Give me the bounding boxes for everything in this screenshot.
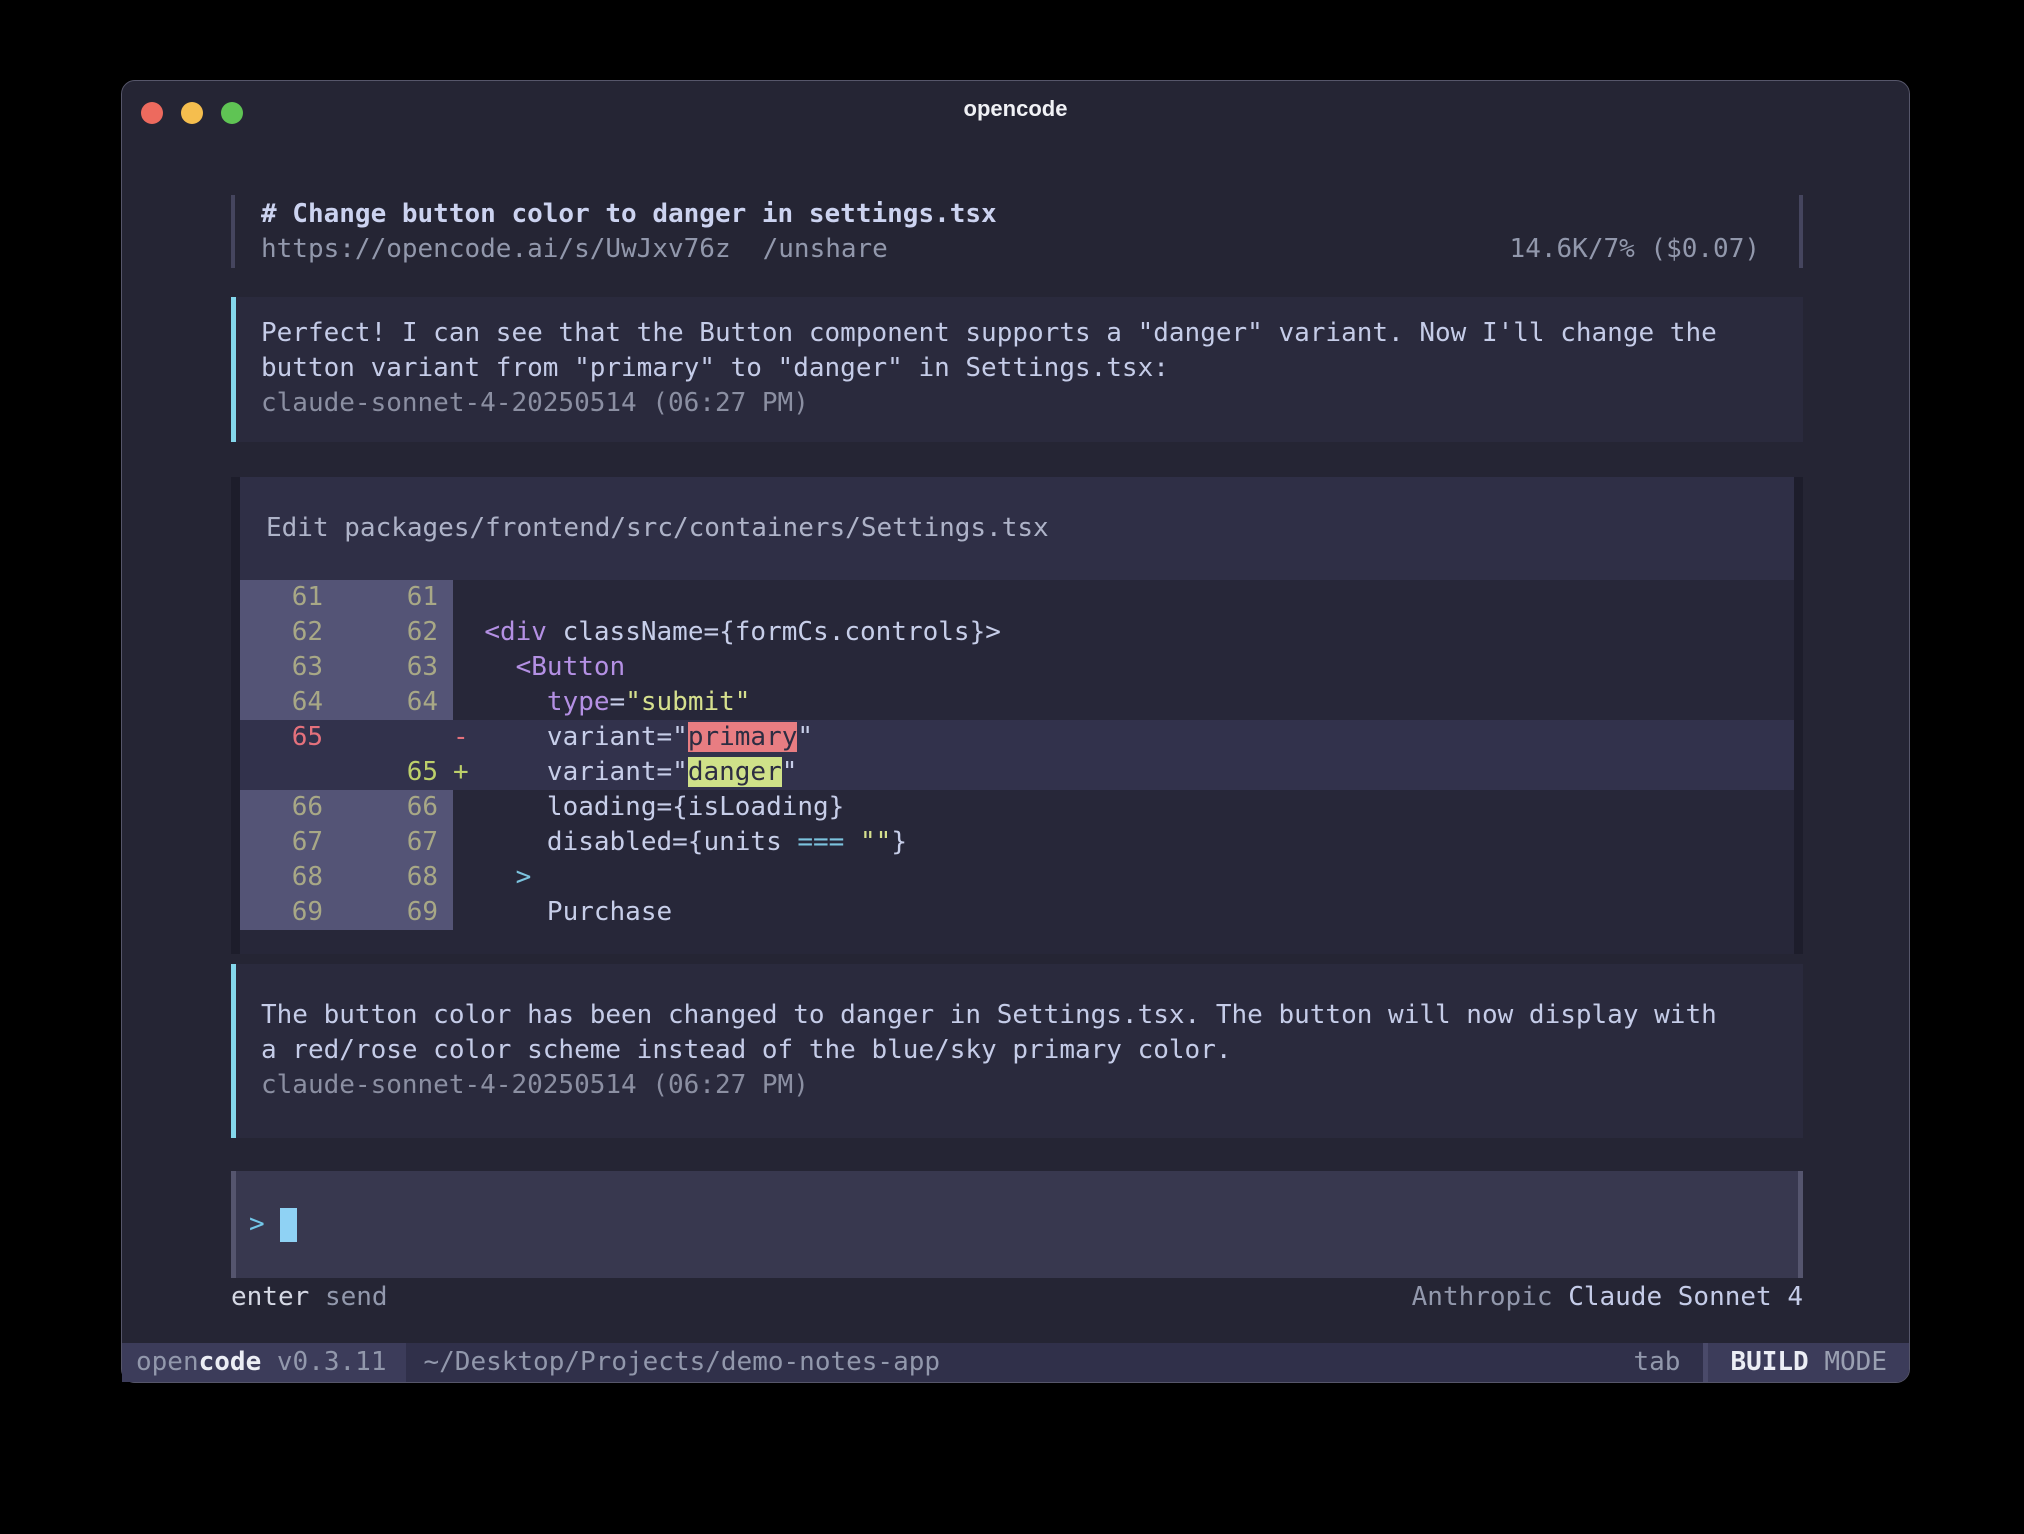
diff-footer-pad (240, 930, 1794, 954)
mode-name: BUILD (1730, 1347, 1808, 1377)
diff-row-64: 6464 type="submit" (240, 685, 1794, 720)
session-title: # Change button color to danger in setti… (261, 197, 997, 232)
diff-row-67: 6767 disabled={units === ""} (240, 825, 1794, 860)
diff-row-66: 6666 loading={isLoading} (240, 790, 1794, 825)
mode-suffix: MODE (1809, 1347, 1887, 1377)
app-version: v0.3.11 (277, 1347, 387, 1377)
edit-tool-title: Edit packages/frontend/src/containers/Se… (240, 477, 1794, 580)
tab-key-hint[interactable]: tab (1633, 1345, 1680, 1380)
edit-tool-block: Edit packages/frontend/src/containers/Se… (231, 477, 1803, 954)
assistant-message-1: Perfect! I can see that the Button compo… (231, 297, 1803, 442)
session-header: # Change button color to danger in setti… (231, 195, 1803, 268)
prompt-symbol: > (249, 1207, 280, 1242)
diff-row-63: 6363 <Button (240, 650, 1794, 685)
provider-label: Anthropic (1412, 1282, 1553, 1312)
status-bar: opencode v0.3.11 ~/Desktop/Projects/demo… (122, 1343, 1909, 1382)
opencode-window: opencode # Change button color to danger… (121, 80, 1910, 1383)
diff-row-65: 65+ variant="danger" (240, 755, 1794, 790)
app-name-prefix: open (136, 1347, 199, 1377)
message-text: Perfect! I can see that the Button compo… (261, 316, 1777, 351)
diff-row-62: 6262 <div className={formCs.controls}> (240, 615, 1794, 650)
unshare-command: /unshare (763, 232, 888, 267)
diff-rows: 61616262 <div className={formCs.controls… (240, 580, 1794, 930)
share-url[interactable]: https://opencode.ai/s/UwJxv76z (261, 232, 731, 267)
message-model-meta: claude-sonnet-4-20250514 (06:27 PM) (261, 386, 1777, 421)
text-cursor (280, 1208, 297, 1242)
prompt-input[interactable]: > (231, 1171, 1803, 1278)
titlebar: opencode (122, 81, 1909, 137)
enter-key-hint: enter (231, 1282, 309, 1312)
enter-action-hint: send (325, 1282, 388, 1312)
window-title: opencode (122, 81, 1909, 137)
app-name-suffix: code (199, 1347, 262, 1377)
diff-row-68: 6868 > (240, 860, 1794, 895)
message-text: The button color has been changed to dan… (261, 998, 1777, 1033)
mode-indicator: BUILD MODE (1708, 1343, 1909, 1382)
diff-row-69: 6969 Purchase (240, 895, 1794, 930)
message-text: button variant from "primary" to "danger… (261, 351, 1777, 386)
app-version-segment: opencode v0.3.11 (122, 1343, 406, 1382)
hint-row: enter send Anthropic Claude Sonnet 4 (231, 1280, 1803, 1315)
message-model-meta: claude-sonnet-4-20250514 (06:27 PM) (261, 1068, 1777, 1103)
diff-row-65: 65- variant="primary" (240, 720, 1794, 755)
assistant-message-2: The button color has been changed to dan… (231, 964, 1803, 1138)
traffic-lights (141, 102, 243, 124)
diff-row-61: 6161 (240, 580, 1794, 615)
working-directory: ~/Desktop/Projects/demo-notes-app (423, 1345, 940, 1380)
minimize-window-button[interactable] (181, 102, 203, 124)
context-stats: 14.6K/7% ($0.07) (1510, 232, 1760, 267)
zoom-window-button[interactable] (221, 102, 243, 124)
message-text: a red/rose color scheme instead of the b… (261, 1033, 1777, 1068)
model-label: Claude Sonnet 4 (1568, 1282, 1803, 1312)
close-window-button[interactable] (141, 102, 163, 124)
